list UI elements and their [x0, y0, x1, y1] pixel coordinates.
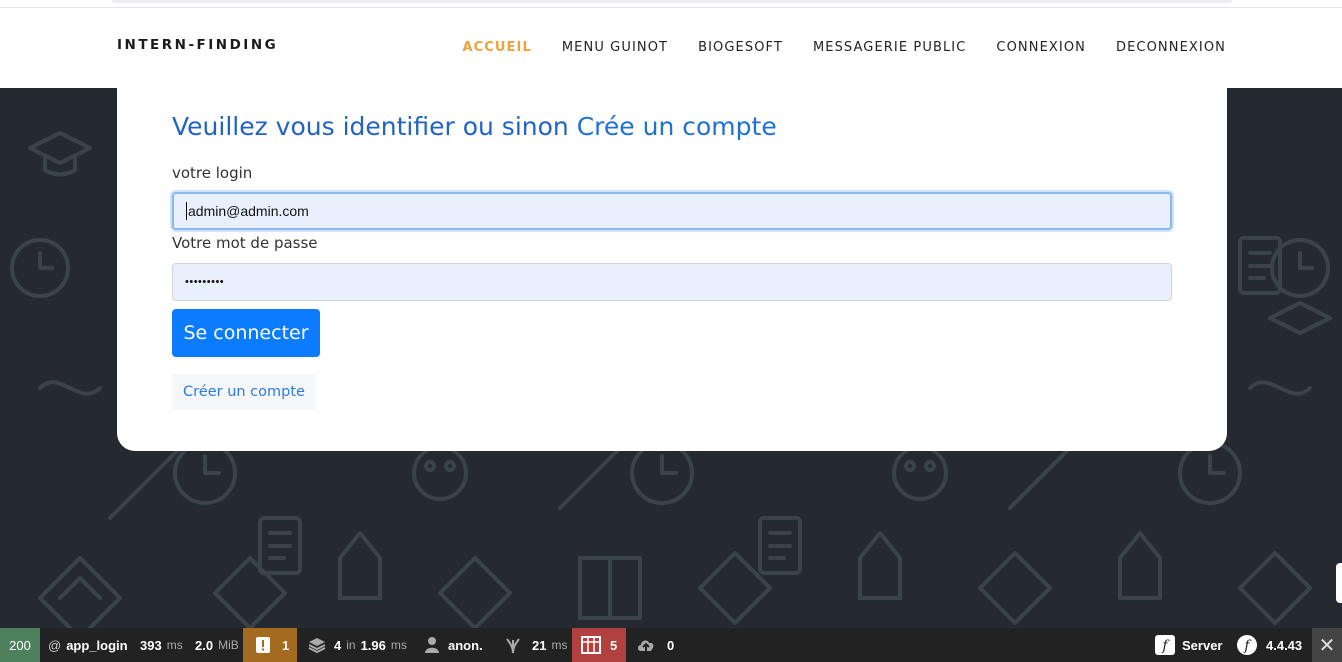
password-label: Votre mot de passe [172, 234, 318, 252]
user-panel[interactable]: anon. [424, 628, 483, 662]
symfony-version-panel[interactable]: f 4.4.43 [1237, 628, 1302, 662]
layers-icon [308, 638, 326, 654]
status-code: 200 [9, 637, 31, 653]
close-icon: ✕ [1318, 634, 1336, 657]
route-info[interactable]: @ app_login [48, 628, 128, 662]
symfony-debug-toolbar: 200 @ app_login 393 ms 2.0 MiB 1 4 in 1.… [0, 628, 1342, 662]
create-account-title-link[interactable]: Crée un compte [577, 112, 777, 141]
ajax-panel[interactable]: 0 [636, 628, 674, 662]
user-name: anon. [448, 637, 483, 653]
memory-unit: MiB [218, 638, 239, 652]
login-input[interactable]: admin@admin.com [172, 192, 1172, 230]
login-input-value: admin@admin.com [188, 203, 309, 219]
errors-panel[interactable]: 5 [572, 628, 626, 662]
server-panel[interactable]: f Server [1155, 628, 1222, 662]
title-prefix: Veuillez vous identifier ou sinon [172, 112, 569, 141]
side-edge-tab[interactable] [1336, 563, 1342, 603]
error-grid-icon [581, 636, 601, 654]
twig-count: 4 [334, 637, 342, 653]
errors-count: 5 [610, 637, 618, 653]
nav-menu: ACCUEIL MENU GUINOT BIOGESOFT MESSAGERIE… [462, 40, 1226, 55]
time-value: 393 [140, 637, 162, 653]
memory-usage[interactable]: 2.0 MiB [195, 628, 239, 662]
status-code-badge[interactable]: 200 [0, 628, 40, 662]
symfony-version: 4.4.43 [1266, 637, 1303, 653]
route-at-sign: @ [48, 637, 62, 653]
db-panel[interactable]: 21 ms [505, 628, 567, 662]
time-unit: ms [166, 638, 183, 652]
db-time: 21 [532, 637, 547, 653]
ajax-count: 0 [667, 637, 675, 653]
top-navbar: INTERN-FINDING ACCUEIL MENU GUINOT BIOGE… [0, 8, 1342, 88]
password-input[interactable]: ••••••••• [172, 263, 1172, 301]
brand-logo[interactable]: INTERN-FINDING [117, 37, 278, 53]
login-card: Veuillez vous identifier ou sinon Crée u… [117, 88, 1227, 451]
cloud-upload-icon [638, 640, 654, 652]
twig-panel[interactable]: 4 in 1.96 ms [308, 628, 407, 662]
page-title: Veuillez vous identifier ou sinon Crée u… [172, 112, 777, 141]
server-label: Server [1182, 637, 1223, 653]
password-input-value: ••••••••• [185, 276, 225, 288]
warnings-panel[interactable]: 1 [243, 628, 297, 662]
symfony-logo-icon: f [1237, 635, 1257, 655]
memory-value: 2.0 [195, 637, 214, 653]
nav-item-accueil[interactable]: ACCUEIL [462, 40, 531, 55]
create-account-button[interactable]: Créer un compte [172, 374, 316, 410]
twig-unit: ms [390, 638, 407, 652]
database-icon [506, 638, 520, 654]
route-name: app_login [66, 637, 128, 653]
browser-top-strip [0, 0, 1342, 8]
symfony-server-icon: f [1155, 635, 1175, 655]
login-submit-button[interactable]: Se connecter [172, 309, 320, 357]
nav-item-messagerie-public[interactable]: MESSAGERIE PUBLIC [813, 40, 966, 55]
db-unit: ms [551, 638, 568, 652]
twig-time: 1.96 [360, 637, 386, 653]
login-label: votre login [172, 164, 253, 182]
text-caret [186, 202, 187, 220]
warnings-count: 1 [282, 637, 290, 653]
twig-in: in [346, 638, 356, 652]
nav-item-menu-guinot[interactable]: MENU GUINOT [562, 40, 668, 55]
nav-item-biogesoft[interactable]: BIOGESOFT [698, 40, 783, 55]
toolbar-close-button[interactable]: ✕ [1312, 628, 1342, 662]
nav-item-deconnexion[interactable]: DECONNEXION [1116, 40, 1226, 55]
request-time[interactable]: 393 ms [140, 628, 183, 662]
warning-icon [256, 637, 270, 653]
nav-item-connexion[interactable]: CONNEXION [996, 40, 1086, 55]
user-icon [425, 637, 439, 653]
